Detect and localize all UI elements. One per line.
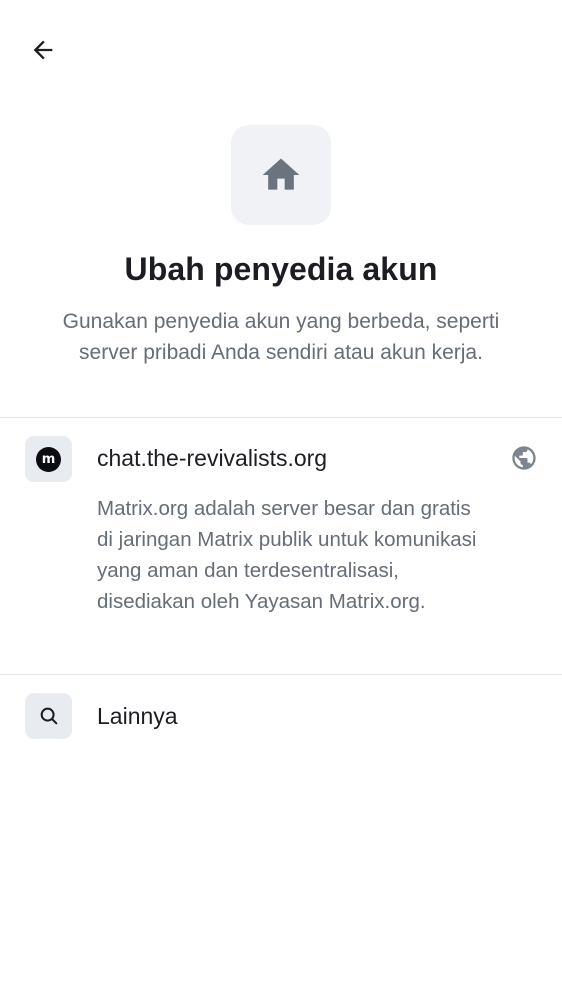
hero-icon-container [231, 125, 331, 225]
provider-logo-container: m [25, 436, 72, 482]
globe-icon [512, 446, 536, 470]
page-title: Ubah penyedia akun [124, 251, 438, 287]
other-provider-label: Lainnya [97, 703, 178, 729]
arrow-left-icon [33, 40, 53, 60]
home-icon [262, 158, 300, 190]
back-button[interactable] [20, 27, 66, 73]
other-icon-container [25, 693, 72, 739]
provider-website-button[interactable] [510, 444, 538, 472]
provider-name: chat.the-revivalists.org [97, 445, 328, 471]
other-provider-option[interactable]: Lainnya [0, 676, 562, 756]
change-account-provider-screen: Ubah penyedia akun Gunakan penyedia akun… [0, 0, 562, 1000]
search-icon [40, 707, 57, 725]
divider-bottom [0, 674, 562, 675]
provider-option[interactable]: m chat.the-revivalists.org Matrix.org ad… [0, 418, 562, 674]
matrix-logo-icon: m [36, 446, 61, 472]
matrix-logo-letter: m [41, 451, 56, 467]
provider-description: Matrix.org adalah server besar dan grati… [97, 497, 477, 613]
page-subtitle: Gunakan penyedia akun yang berbeda, sepe… [62, 310, 500, 364]
